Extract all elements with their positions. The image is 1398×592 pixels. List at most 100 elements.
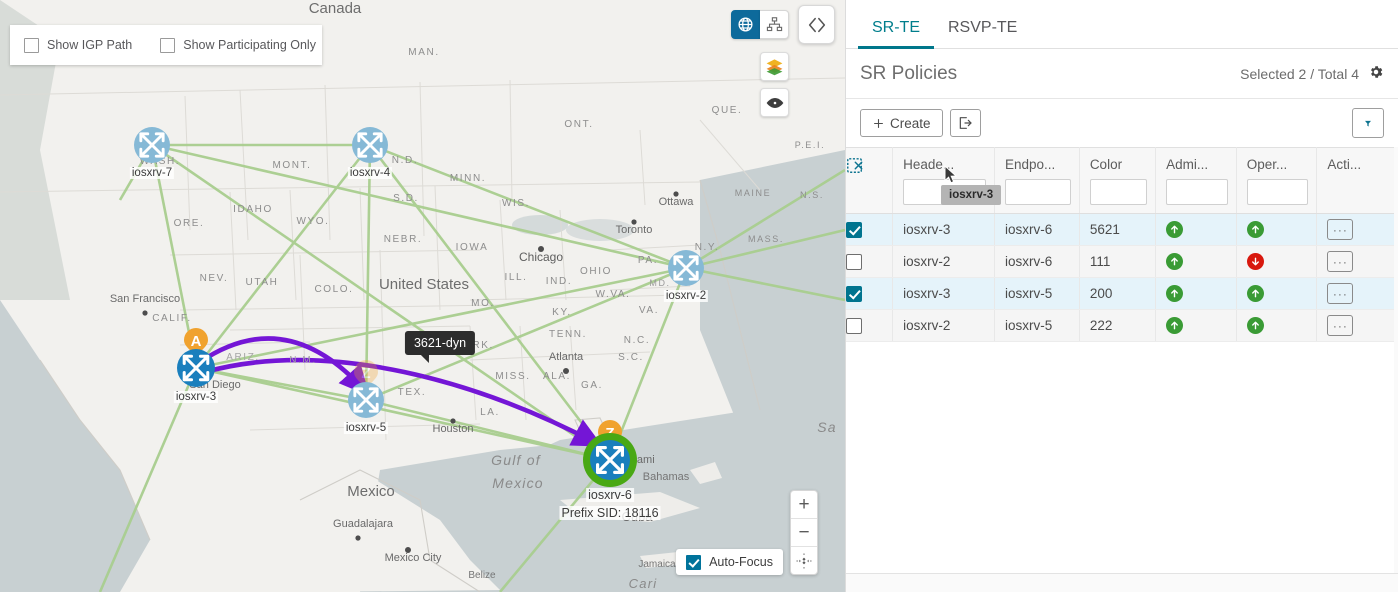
map-node-label: iosxrv-5 bbox=[344, 422, 388, 434]
row-checkbox[interactable] bbox=[846, 318, 862, 334]
column-filter-color[interactable] bbox=[1090, 179, 1147, 205]
map-place-label: Belize bbox=[468, 570, 496, 581]
map-node-marker[interactable] bbox=[177, 349, 215, 387]
table-row[interactable]: iosxrv-3iosxrv-65621··· bbox=[846, 214, 1398, 246]
application-root: CanadaASK.MAN.ONT.QUE.WASH.MONT.N.D.MINN… bbox=[0, 0, 1398, 592]
export-icon[interactable] bbox=[950, 109, 981, 137]
column-header-endpoint[interactable]: Endpo... bbox=[994, 148, 1079, 214]
map-node-marker[interactable] bbox=[348, 382, 384, 418]
page-title: SR Policies bbox=[860, 63, 957, 85]
table-row[interactable]: iosxrv-3iosxrv-5200··· bbox=[846, 278, 1398, 310]
show-participating-only-checkbox[interactable] bbox=[160, 38, 175, 53]
map-place-label: S.C. bbox=[618, 352, 644, 363]
cell-color: 111 bbox=[1079, 246, 1155, 278]
column-header-actions[interactable]: Acti... bbox=[1317, 148, 1398, 214]
cell-actions[interactable]: ··· bbox=[1317, 214, 1398, 246]
map-node-label: iosxrv-4 bbox=[348, 167, 392, 179]
table-scrollbar[interactable] bbox=[1394, 147, 1398, 573]
column-filter-admin[interactable] bbox=[1166, 179, 1228, 205]
status-up-icon bbox=[1166, 253, 1183, 270]
map-node-marker[interactable] bbox=[583, 433, 637, 487]
map-place-label: ARIZ. bbox=[226, 352, 260, 363]
status-up-icon bbox=[1247, 285, 1264, 302]
map-node-marker[interactable] bbox=[668, 250, 704, 286]
fit-to-screen-icon[interactable] bbox=[791, 547, 817, 574]
cell-actions[interactable]: ··· bbox=[1317, 246, 1398, 278]
column-header-admin[interactable]: Admi... bbox=[1156, 148, 1237, 214]
row-select-cell[interactable] bbox=[846, 278, 893, 310]
show-igp-path-checkbox[interactable] bbox=[24, 38, 39, 53]
map-place-label: Mexico bbox=[347, 483, 395, 500]
status-up-icon bbox=[1166, 285, 1183, 302]
cell-oper bbox=[1236, 214, 1317, 246]
kebab-icon[interactable]: ··· bbox=[1327, 219, 1353, 240]
clear-selection-icon[interactable] bbox=[846, 148, 893, 214]
tab-sr-te[interactable]: SR-TE bbox=[858, 19, 934, 48]
row-select-cell[interactable] bbox=[846, 246, 893, 278]
column-header-color[interactable]: Color bbox=[1079, 148, 1155, 214]
map-view-mode-group[interactable] bbox=[731, 10, 789, 39]
zoom-out-button[interactable]: − bbox=[791, 519, 817, 547]
cell-admin bbox=[1156, 214, 1237, 246]
map-place-label: Cari bbox=[629, 576, 658, 591]
kebab-icon[interactable]: ··· bbox=[1327, 315, 1353, 336]
column-header-oper[interactable]: Oper... bbox=[1236, 148, 1317, 214]
column-filter-oper[interactable] bbox=[1247, 179, 1309, 205]
panel-tabs[interactable]: SR-TE RSVP-TE bbox=[846, 0, 1398, 49]
column-filter-endpoint[interactable] bbox=[1005, 179, 1071, 205]
table-header-row: Heade...Endpo...ColorAdmi...Oper...Acti.… bbox=[846, 148, 1398, 214]
table-row[interactable]: iosxrv-2iosxrv-5222··· bbox=[846, 310, 1398, 342]
globe-icon[interactable] bbox=[731, 10, 760, 39]
row-checkbox[interactable] bbox=[846, 254, 862, 270]
row-select-cell[interactable] bbox=[846, 310, 893, 342]
map-node-marker[interactable] bbox=[134, 127, 170, 163]
cell-actions[interactable]: ··· bbox=[1317, 310, 1398, 342]
network-map-pane[interactable]: CanadaASK.MAN.ONT.QUE.WASH.MONT.N.D.MINN… bbox=[0, 0, 845, 592]
panel-footer bbox=[846, 573, 1398, 592]
cell-headend: iosxrv-3 bbox=[893, 214, 995, 246]
map-place-label: S.D. bbox=[393, 193, 419, 204]
map-place-label: QUE. bbox=[712, 105, 743, 116]
table-body[interactable]: iosxrv-3iosxrv-65621··· iosxrv-2 iosxrv-61… bbox=[846, 214, 1398, 574]
map-place-label: Mexico bbox=[492, 475, 544, 491]
zoom-in-button[interactable]: + bbox=[791, 491, 817, 519]
row-checkbox[interactable] bbox=[846, 222, 862, 238]
cell-headend: iosxrv-2 bbox=[893, 310, 995, 342]
map-node-marker[interactable] bbox=[352, 127, 388, 163]
cell-admin bbox=[1156, 310, 1237, 342]
gear-icon[interactable] bbox=[1368, 64, 1384, 85]
panel-header-right: Selected 2 / Total 4 bbox=[1240, 64, 1384, 85]
layers-icon[interactable] bbox=[760, 52, 789, 81]
map-place-label: LA. bbox=[480, 407, 500, 418]
filter-button[interactable] bbox=[1352, 108, 1384, 138]
create-button-label: Create bbox=[890, 116, 931, 131]
row-select-cell[interactable] bbox=[846, 214, 893, 246]
map-place-label: UTAH bbox=[246, 277, 279, 288]
map-place-label: San Francisco bbox=[110, 293, 180, 305]
eye-icon[interactable] bbox=[760, 88, 789, 117]
map-place-label: Bahamas bbox=[643, 471, 690, 483]
create-button[interactable]: Create bbox=[860, 109, 943, 137]
map-place-label: MAINE bbox=[735, 188, 772, 198]
map-zoom-controls[interactable]: + − bbox=[790, 490, 818, 575]
cell-endpoint: iosxrv-6 bbox=[994, 214, 1079, 246]
map-canvas[interactable]: CanadaASK.MAN.ONT.QUE.WASH.MONT.N.D.MINN… bbox=[0, 0, 845, 592]
cell-actions[interactable]: ··· bbox=[1317, 278, 1398, 310]
map-place-label: ILL. bbox=[504, 272, 527, 283]
kebab-icon[interactable]: ··· bbox=[1327, 251, 1353, 272]
table-row[interactable]: iosxrv-2iosxrv-6111··· bbox=[846, 246, 1398, 278]
table-toolbar[interactable]: Create bbox=[846, 99, 1398, 147]
policies-table-wrapper[interactable]: Heade...Endpo...ColorAdmi...Oper...Acti.… bbox=[846, 147, 1398, 573]
kebab-icon[interactable]: ··· bbox=[1327, 283, 1353, 304]
tab-rsvp-te[interactable]: RSVP-TE bbox=[934, 19, 1031, 48]
auto-focus-control[interactable]: Auto-Focus bbox=[676, 549, 783, 575]
column-header-label: Acti... bbox=[1327, 157, 1389, 172]
map-place-label: NEV. bbox=[200, 273, 229, 284]
auto-focus-checkbox[interactable] bbox=[686, 555, 701, 570]
map-place-label: United States bbox=[379, 276, 469, 293]
chevron-left-right-icon[interactable] bbox=[798, 5, 835, 44]
map-place-label: ORE. bbox=[174, 218, 205, 229]
row-checkbox[interactable] bbox=[846, 286, 862, 302]
column-header-label: Color bbox=[1090, 157, 1147, 172]
topology-icon[interactable] bbox=[760, 10, 789, 39]
